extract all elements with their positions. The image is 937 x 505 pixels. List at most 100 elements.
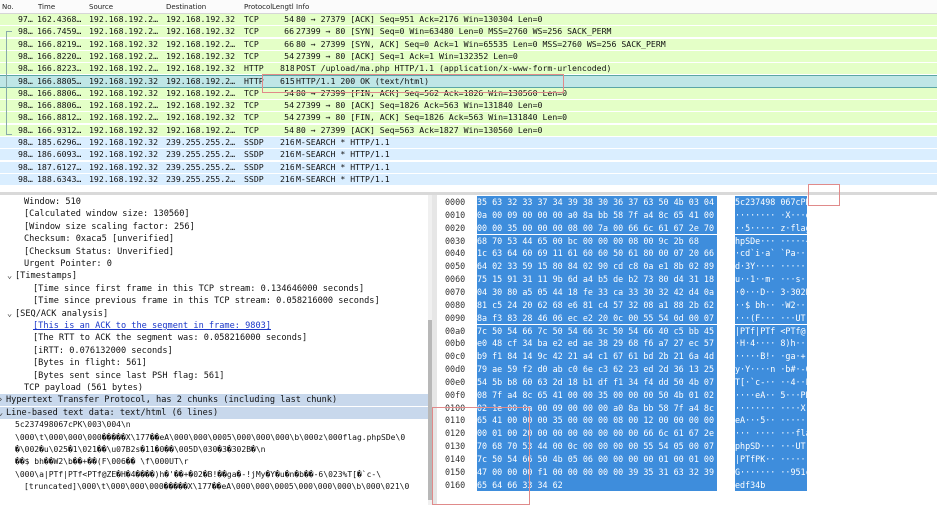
packet-details-pane[interactable]: Window: 510 [Calculated window size: 1305… [0,195,432,505]
byte-row[interactable]: 0100 02 1e 00 0a 00 09 00 00 00 a0 8a bb … [437,401,937,415]
detail-line[interactable]: ⌄ [Timestamps] [0,270,432,282]
byte-row[interactable]: 00e0 54 5b b8 60 63 2d 18 b1 df f1 34 f4 … [437,375,937,389]
packet-cell-src: 192.168.192.32 [89,75,159,86]
byte-row[interactable]: 0020 00 00 35 00 00 00 08 00 7a 00 66 6c … [437,221,937,235]
packet-cell-src: 192.168.192.2… [89,112,159,123]
detail-line[interactable]: 5c237498067cPK\003\004\n [0,419,432,431]
detail-line[interactable]: Urgent Pointer: 0 [0,258,432,270]
byte-off: 0110 [445,415,466,426]
detail-line[interactable]: \000\a|PTf|PTf<PTf@ZE�H�4����)h�'��+�02�… [0,469,432,481]
packet-cell-len: 615 [280,75,294,86]
detail-line[interactable]: ��$ bh��W2\b��+��(F\006�� \f\000UT\r [0,456,432,468]
byte-asc: edf34b [735,478,807,492]
detail-line[interactable]: ⌄ Line-based text data: text/html (6 line… [0,406,432,419]
detail-text: �\002�u\025�1\021��\u07B2s�11�0��\005D\0… [15,445,266,454]
byte-asc: ········ ·X···eA· [735,208,821,222]
packet-row[interactable]: 98… 166.8220… 192.168.192.2… 192.168.192.32… [0,50,937,62]
packet-cell-proto: TCP [244,38,259,49]
packet-row[interactable]: 98… 187.6127… 192.168.192.32 239.255.255.2…… [0,161,937,173]
byte-row[interactable]: 0000 35 63 32 33 37 34 39 38 30 36 37 63 … [437,196,937,209]
col-header-info[interactable]: Info [296,3,309,11]
detail-line[interactable]: [Time since first frame in this TCP stre… [0,283,432,295]
packet-bytes-pane[interactable]: 0000 35 63 32 33 37 34 39 38 30 36 37 63 … [437,195,937,505]
expand-toggle-icon[interactable]: ⌄ [7,270,15,282]
packet-cell-proto: HTTP [244,75,264,86]
byte-row[interactable]: 0050 64 02 33 59 15 80 84 02 90 cd c8 0a … [437,260,937,274]
byte-row[interactable]: 00d0 79 ae 59 f2 d0 ab c0 6e c3 62 23 ed … [437,363,937,376]
byte-row[interactable]: 0130 70 68 70 53 44 00 0c 00 00 00 00 55 … [437,440,937,453]
byte-row[interactable]: 00c0 b9 f1 84 14 9c 42 21 a4 c1 67 61 bd … [437,350,937,363]
col-header-no[interactable]: No. [2,3,14,11]
packet-cell-dst: 192.168.192.2… [166,38,236,49]
expand-toggle-icon[interactable]: ⌄ [7,308,15,320]
byte-row[interactable]: 0010 0a 00 09 00 00 00 a0 8a bb 58 7f a4 … [437,208,937,222]
col-header-time[interactable]: Time [38,3,55,11]
packet-list-header: No. Time Source Destination Protocol Len… [0,0,937,14]
packet-cell-len: 54 [284,50,294,61]
packet-row[interactable]: 98… 186.6093… 192.168.192.32 239.255.255.2…… [0,149,937,161]
byte-row[interactable]: 0140 7c 50 54 66 50 4b 05 06 00 00 00 00 … [437,453,937,466]
detail-text: [This is an ACK to the segment in frame:… [33,321,271,331]
byte-asc: phpSD··· ···UT··· [735,440,821,453]
packet-row[interactable]: 97… 162.4368… 192.168.192.2… 192.168.192.32… [0,14,937,25]
packet-row[interactable]: 98… 166.8806… 192.168.192.2… 192.168.192.32… [0,100,937,112]
detail-line[interactable]: ›Hypertext Transfer Protocol, has 2 chun… [0,394,432,407]
packet-list-pane[interactable]: No. Time Source Destination Protocol Len… [0,0,937,192]
byte-off: 0160 [445,479,466,490]
detail-line[interactable]: [iRTT: 0.076132000 seconds] [0,345,432,357]
detail-line[interactable]: ⌄ [SEQ/ACK analysis] [0,308,432,320]
col-header-destination[interactable]: Destination [166,3,206,11]
detail-line[interactable]: �\002�u\025�1\021��\u07B2s�11�0��\005D\0… [0,444,432,456]
byte-row[interactable]: 00a0 7c 50 54 66 7c 50 54 66 3c 50 54 66 … [437,324,937,338]
byte-row[interactable]: 0150 47 00 00 00 f1 00 00 00 00 00 39 35 … [437,465,937,479]
byte-row[interactable]: 0110 65 41 00 00 00 35 00 00 00 08 00 12 … [437,414,937,428]
detail-text: [SEQ/ACK analysis] [15,308,109,319]
packet-row[interactable]: 98… 166.8223… 192.168.192.2… 192.168.192.32… [0,63,937,75]
conversation-bracket-line [6,31,7,135]
packet-cell-info: M-SEARCH * HTTP/1.1 [296,137,390,147]
packet-cell-len: 216 [280,161,294,172]
packet-row[interactable]: 98… 166.8812… 192.168.192.2… 192.168.192.32… [0,112,937,124]
detail-line[interactable]: [truncated]\000\t\000\000\000�����X\177�… [0,481,432,493]
byte-row[interactable]: 00f0 08 7f a4 8c 65 41 00 00 35 00 00 00 … [437,388,937,402]
byte-row[interactable]: 00b0 e0 48 cf 34 ba e2 ed ae 38 29 68 f6 … [437,337,937,351]
detail-link[interactable]: [This is an ACK to the segment in frame:… [0,320,432,332]
byte-row[interactable]: 0060 75 15 91 31 11 9b 6d a4 b5 de b2 73 … [437,273,937,286]
packet-cell-time: 166.8223… [37,63,82,74]
packet-row[interactable]: 98… 166.8806… 192.168.192.32 192.168.192.2…… [0,87,937,99]
packet-cell-proto: HTTP [244,63,264,74]
packet-row[interactable]: 98… 188.6343… 192.168.192.32 239.255.255.2…… [0,173,937,185]
col-header-protocol[interactable]: Protocol [244,3,272,11]
packet-row[interactable]: 98… 185.6296… 192.168.192.32 239.255.255.2…… [0,137,937,148]
detail-line[interactable]: [The RTT to ACK the segment was: 0.05821… [0,332,432,344]
detail-line[interactable]: Window: 510 [0,196,432,208]
detail-line[interactable]: [Time since previous frame in this TCP s… [0,295,432,307]
detail-line[interactable]: Checksum: 0xaca5 [unverified] [0,233,432,245]
packet-cell-dst: 239.255.255.2… [166,161,236,172]
packet-cell-len: 54 [284,87,294,98]
detail-line[interactable]: [Window size scaling factor: 256] [0,221,432,233]
detail-line[interactable]: [Bytes in flight: 561] [0,357,432,369]
packet-row[interactable]: 98… 166.7459… 192.168.192.2… 192.168.192.32… [0,26,937,38]
byte-row[interactable]: 0120 00 01 00 20 00 00 00 00 00 00 00 66 … [437,427,937,441]
byte-hex: 65 41 00 00 00 35 00 00 00 08 00 12 00 0… [477,414,717,428]
detail-line[interactable]: [Bytes sent since last PSH flag: 561] [0,370,432,382]
detail-line[interactable]: TCP payload (561 bytes) [0,382,432,394]
packet-cell-info: 80 → 27399 [SYN, ACK] Seq=0 Ack=1 Win=65… [296,38,666,49]
packet-row[interactable]: 98… 166.9312… 192.168.192.32 192.168.192.2…… [0,124,937,136]
byte-row[interactable]: 0030 68 70 53 44 65 00 bc 00 00 00 08 00 … [437,234,937,248]
detail-line[interactable]: [Checksum Status: Unverified] [0,246,432,258]
byte-row[interactable]: 0090 8a f3 83 28 46 06 ec e2 20 0c 00 55 … [437,311,937,325]
col-header-length[interactable]: Lengtl [272,3,294,11]
detail-line[interactable]: [Calculated window size: 130560] [0,208,432,220]
byte-row[interactable]: 0040 1c 63 64 60 69 11 61 60 60 50 61 80 … [437,247,937,261]
byte-row[interactable]: 0080 81 c5 24 20 62 68 e6 81 c4 57 32 08 … [437,298,937,312]
packet-row[interactable]: 98… 166.8805… 192.168.192.32 192.168.192.2…… [0,74,937,88]
col-header-source[interactable]: Source [89,3,113,11]
packet-row[interactable]: 98… 166.8219… 192.168.192.32 192.168.192.2…… [0,38,937,50]
detail-line[interactable]: \000\t\000\000\000�����X\177��eA\000\000… [0,432,432,444]
byte-hex: 81 c5 24 20 62 68 e6 81 c4 57 32 08 a1 8… [477,298,717,312]
packet-cell-info: 27399 → 80 [ACK] Seq=1 Ack=1 Win=132352 … [296,50,518,61]
byte-row[interactable]: 0070 04 30 80 a5 05 44 18 fe 33 ca 33 30 … [437,285,937,299]
byte-row[interactable]: 0160 65 64 66 33 34 62 edf34b [437,478,937,492]
